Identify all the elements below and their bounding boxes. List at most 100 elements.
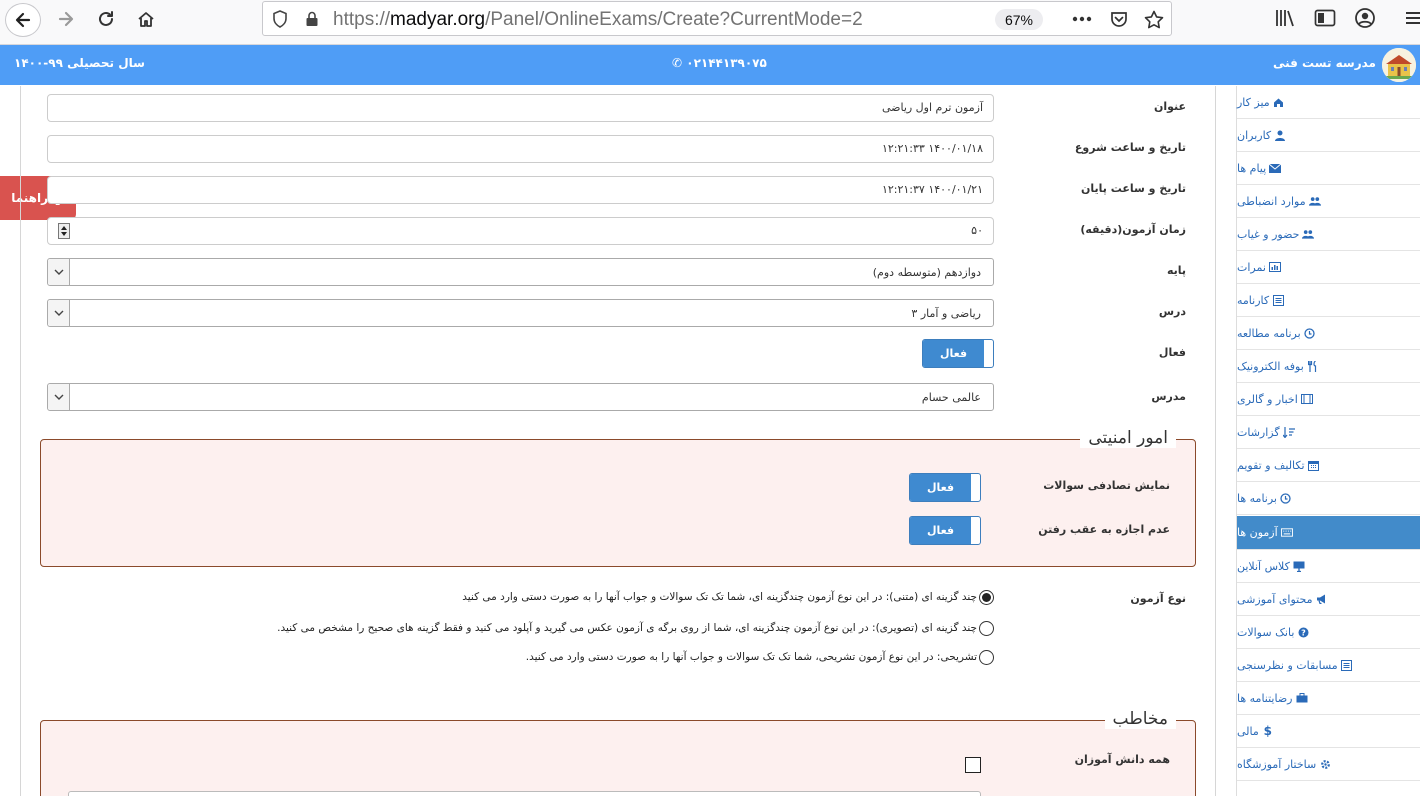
sidebar-item-competitions[interactable]: مسابقات و نظرسنجی [1237, 649, 1420, 682]
random-questions-toggle[interactable]: فعال [909, 473, 981, 502]
phone-number: ✆ ۰۲۱۴۴۱۳۹۰۷۵ [672, 56, 767, 70]
home-icon [1273, 96, 1285, 108]
radio-button[interactable] [979, 589, 994, 605]
bullhorn-icon [1316, 593, 1328, 605]
lock-icon[interactable] [301, 8, 323, 30]
sidebar-item-assignments[interactable]: تکالیف و تقویم [1237, 449, 1420, 482]
pocket-icon[interactable] [1108, 8, 1130, 30]
chevron-down-icon [48, 259, 70, 285]
sidebar-item-discipline[interactable]: موارد انضباطی [1237, 185, 1420, 218]
clock-icon [1280, 492, 1292, 504]
security-fieldset [40, 439, 1196, 567]
more-actions-icon[interactable] [1071, 8, 1093, 30]
exam-type-option-descriptive[interactable]: تشریحی: در این نوع آزمون تشریحی، شما تک … [526, 647, 994, 667]
shield-icon[interactable] [269, 8, 291, 30]
duration-spinner[interactable] [58, 223, 70, 239]
cutlery-icon [1307, 360, 1319, 372]
exam-type-option-image[interactable]: چند گزینه ای (تصویری): در این نوع آزمون … [277, 618, 994, 638]
end-datetime-input[interactable]: ۱۴۰۰/۰۱/۲۱ ۱۲:۲۱:۳۷ [47, 176, 994, 204]
arrow-right-icon [58, 11, 74, 27]
active-toggle[interactable]: فعال [922, 339, 994, 368]
grade-label: پایه [1166, 264, 1186, 277]
school-name: مدرسه تست فنی [1272, 56, 1376, 70]
user-icon [1274, 129, 1286, 141]
list-icon [1272, 294, 1284, 306]
security-legend: امور امنیتی [1080, 428, 1176, 448]
clock-icon [1304, 327, 1316, 339]
sidebar-item-news-gallery[interactable]: اخبار و گالری [1237, 383, 1420, 416]
reload-icon [99, 11, 113, 26]
library-icon[interactable] [1273, 6, 1297, 30]
exam-type-label: نوع آزمون [1130, 592, 1186, 605]
sidebar-item-dashboard[interactable]: میز کار [1237, 86, 1420, 119]
lesson-select[interactable]: ریاضی و آمار ۳ [47, 299, 994, 327]
bar-chart-icon [1268, 261, 1281, 273]
radio-button[interactable] [979, 620, 994, 636]
sidebar-item-question-bank[interactable]: ? بانک سوالات [1237, 616, 1420, 649]
audience-legend: مخاطب [1104, 709, 1176, 729]
zoom-level-badge[interactable]: 67% [995, 9, 1043, 30]
svg-text:?: ? [1301, 628, 1306, 637]
chevron-down-icon [48, 384, 70, 410]
question-icon: ? [1297, 626, 1309, 638]
desktop-icon [1293, 560, 1305, 572]
student-select[interactable] [68, 791, 981, 796]
account-icon[interactable] [1353, 6, 1377, 30]
users-icon [1308, 195, 1321, 207]
spinner-arrows-icon [61, 226, 67, 236]
academic-year: سال تحصیلی ۹۹-۱۴۰۰ [14, 56, 145, 70]
sidebar-item-consents[interactable]: رضایتنامه ها [1237, 682, 1420, 715]
sidebar-item-schedules[interactable]: برنامه ها [1237, 482, 1420, 515]
lesson-label: درس [1158, 305, 1186, 318]
sidebar-item-buffet[interactable]: بوفه الکترونیک [1237, 350, 1420, 383]
forward-button[interactable] [48, 5, 84, 33]
home-button[interactable] [128, 5, 164, 33]
url-text[interactable]: https://madyar.org/Panel/OnlineExams/Cre… [333, 9, 863, 31]
school-logo [1382, 48, 1416, 82]
sidebar-item-content[interactable]: محتوای آموزشی [1237, 583, 1420, 616]
start-datetime-input[interactable]: ۱۴۰۰/۰۱/۱۸ ۱۲:۲۱:۳۳ [47, 135, 994, 163]
menu-icon[interactable] [1401, 6, 1420, 30]
sidebar-item-users[interactable]: کاربران [1237, 119, 1420, 152]
keyboard-icon [1280, 527, 1293, 539]
home-icon [138, 12, 154, 27]
no-back-toggle[interactable]: فعال [909, 516, 981, 545]
sidebar-toggle-icon[interactable] [1313, 6, 1337, 30]
browser-toolbar: https://madyar.org/Panel/OnlineExams/Cre… [0, 0, 1420, 45]
exam-type-option-text[interactable]: چند گزینه ای (متنی): در این نوع آزمون چن… [462, 587, 994, 607]
title-label: عنوان [1153, 100, 1186, 113]
all-students-checkbox[interactable] [965, 757, 981, 773]
grade-select[interactable]: دوازدهم (متوسطه دوم) [47, 258, 994, 286]
sidebar-item-exams[interactable]: آزمون ها [1237, 516, 1420, 550]
title-input[interactable]: آزمون ترم اول ریاضی [47, 94, 994, 122]
sidebar-item-structure[interactable]: ساختار آموزشگاه [1237, 748, 1420, 781]
random-questions-label: نمایش تصادفی سوالات [1043, 479, 1170, 492]
duration-input[interactable]: ۵۰ [47, 217, 994, 245]
sidebar-item-report-card[interactable]: کارنامه [1237, 284, 1420, 317]
reload-button[interactable] [88, 5, 124, 33]
duration-label: زمان آزمون(دقیقه) [1080, 223, 1186, 236]
sidebar-item-attendance[interactable]: حضور و غیاب [1237, 218, 1420, 251]
url-bar[interactable]: https://madyar.org/Panel/OnlineExams/Cre… [262, 1, 1172, 36]
bookmark-star-icon[interactable] [1143, 8, 1165, 30]
app-header: سال تحصیلی ۹۹-۱۴۰۰ ✆ ۰۲۱۴۴۱۳۹۰۷۵ مدرسه ت… [0, 45, 1420, 85]
sidebar-item-grades[interactable]: نمرات [1237, 251, 1420, 284]
list-icon [1341, 659, 1353, 671]
sidebar-item-finance[interactable]: $ مالی [1237, 715, 1420, 748]
envelope-icon [1269, 162, 1282, 174]
back-button[interactable] [5, 3, 41, 37]
no-back-label: عدم اجازه به عقب رفتن [1038, 523, 1170, 536]
phone-icon: ✆ [672, 56, 683, 70]
teacher-select[interactable]: عالمی حسام [47, 383, 994, 411]
sidebar-item-reports[interactable]: گزارشات [1237, 416, 1420, 449]
arrow-left-icon [15, 12, 31, 28]
teacher-label: مدرس [1151, 390, 1186, 403]
sidebar-item-online-class[interactable]: کلاس آنلاین [1237, 550, 1420, 583]
users-icon [1302, 228, 1315, 240]
sidebar-item-messages[interactable]: پیام ها [1237, 152, 1420, 185]
end-datetime-label: تاریخ و ساعت پایان [1081, 182, 1186, 195]
calendar-icon [1308, 459, 1320, 471]
sidebar-item-study-plan[interactable]: برنامه مطالعه [1237, 317, 1420, 350]
sort-icon [1282, 426, 1295, 438]
radio-button[interactable] [979, 649, 994, 665]
